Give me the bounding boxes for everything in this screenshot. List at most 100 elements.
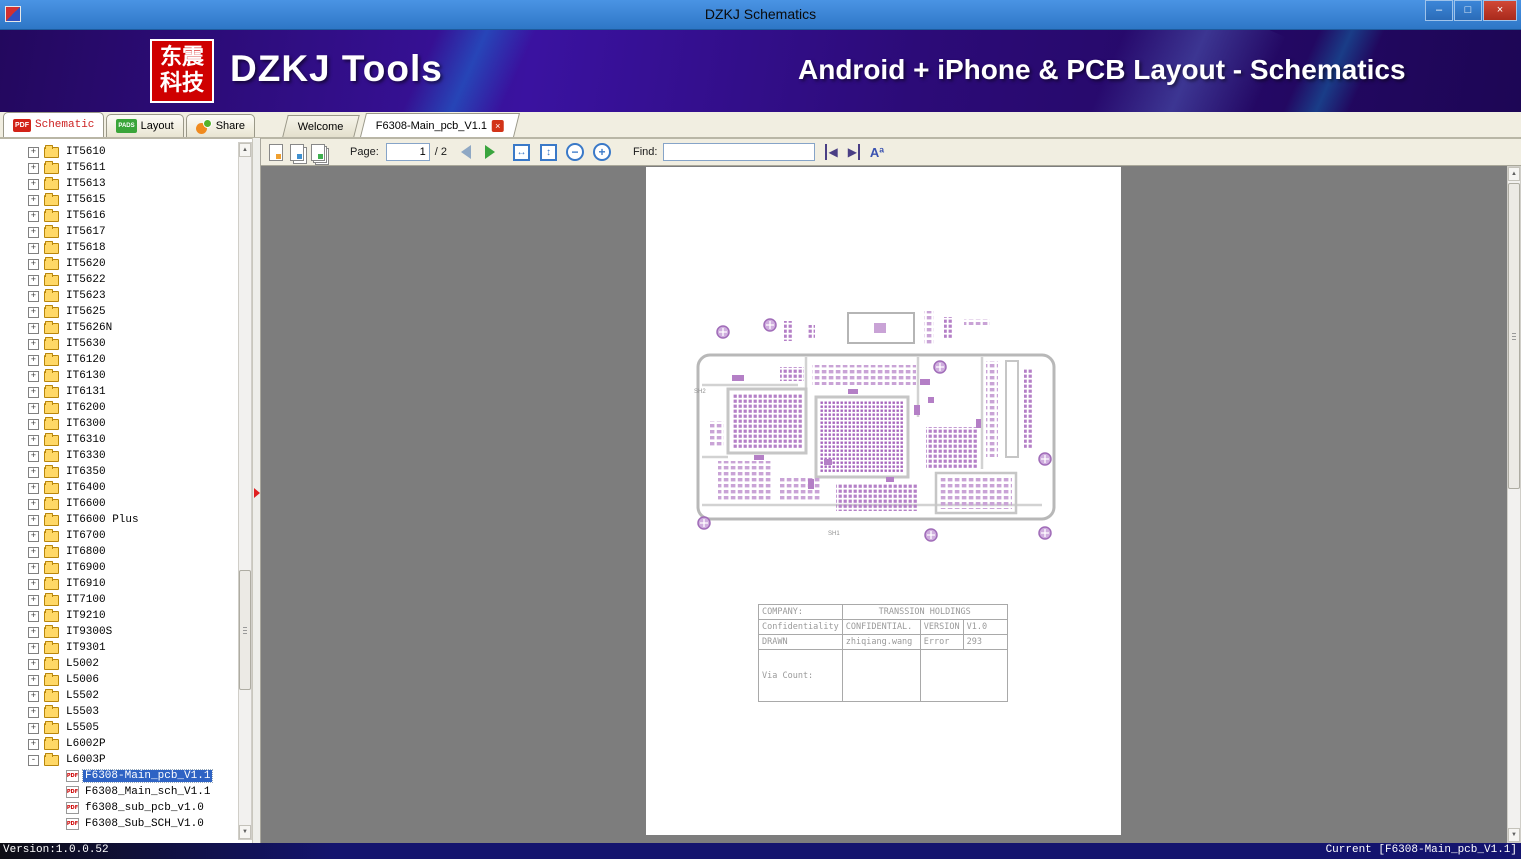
tree-folder-row[interactable]: + IT6120 bbox=[0, 352, 238, 368]
scroll-down-icon[interactable]: ▼ bbox=[1508, 828, 1520, 842]
tree-folder-row[interactable]: + IT6300 bbox=[0, 416, 238, 432]
expand-plus-icon[interactable]: + bbox=[28, 274, 39, 286]
expand-plus-icon[interactable]: + bbox=[28, 514, 39, 526]
expand-plus-icon[interactable]: + bbox=[28, 370, 39, 382]
multi-page-icon[interactable] bbox=[311, 143, 325, 161]
tree-folder-row[interactable]: + IT9300S bbox=[0, 624, 238, 640]
tree-folder-row[interactable]: + IT6330 bbox=[0, 448, 238, 464]
find-previous-icon[interactable]: ◀ bbox=[825, 144, 838, 160]
tree-folder-row[interactable]: + IT5616 bbox=[0, 208, 238, 224]
expand-plus-icon[interactable]: + bbox=[28, 626, 39, 638]
find-next-icon[interactable]: ▶ bbox=[848, 144, 860, 160]
panel-splitter[interactable] bbox=[252, 138, 261, 843]
minimize-button[interactable]: – bbox=[1425, 0, 1453, 21]
tree-folder-row[interactable]: + IT5626N bbox=[0, 320, 238, 336]
expand-plus-icon[interactable]: + bbox=[28, 594, 39, 606]
previous-page-icon[interactable] bbox=[460, 145, 471, 159]
match-case-icon[interactable]: Aª bbox=[870, 145, 884, 160]
expand-plus-icon[interactable]: + bbox=[28, 658, 39, 670]
tree-folder-row[interactable]: + IT6350 bbox=[0, 464, 238, 480]
expand-plus-icon[interactable]: + bbox=[28, 210, 39, 222]
tab-share[interactable]: Share bbox=[185, 114, 256, 137]
tree-folder-row[interactable]: + IT5615 bbox=[0, 192, 238, 208]
doc-tab-close-icon[interactable]: × bbox=[491, 119, 504, 132]
tree-folder-row[interactable]: + L5006 bbox=[0, 672, 238, 688]
tree-folder-row[interactable]: + IT9210 bbox=[0, 608, 238, 624]
tree-scrollbar-thumb[interactable] bbox=[239, 570, 251, 690]
tree-folder-row[interactable]: + IT6310 bbox=[0, 432, 238, 448]
expand-plus-icon[interactable]: + bbox=[28, 482, 39, 494]
tree-folder-row[interactable]: + IT5611 bbox=[0, 160, 238, 176]
expand-plus-icon[interactable]: + bbox=[28, 450, 39, 462]
tree-folder-row[interactable]: + IT6600 bbox=[0, 496, 238, 512]
next-page-icon[interactable] bbox=[484, 145, 495, 159]
expand-plus-icon[interactable]: + bbox=[28, 562, 39, 574]
find-input[interactable] bbox=[663, 143, 816, 161]
tree-folder-row[interactable]: + IT6700 bbox=[0, 528, 238, 544]
expand-plus-icon[interactable]: + bbox=[28, 610, 39, 622]
scroll-down-icon[interactable]: ▼ bbox=[239, 825, 251, 839]
zoom-out-icon[interactable]: − bbox=[565, 143, 584, 161]
tree-folder-row[interactable]: + L5002 bbox=[0, 656, 238, 672]
viewer-scrollbar-thumb[interactable] bbox=[1508, 183, 1520, 489]
expand-plus-icon[interactable]: + bbox=[28, 722, 39, 734]
expand-plus-icon[interactable]: + bbox=[28, 706, 39, 718]
viewer-scrollbar[interactable]: ▲ ▼ bbox=[1507, 166, 1521, 843]
expand-plus-icon[interactable]: + bbox=[28, 690, 39, 702]
expand-plus-icon[interactable]: + bbox=[28, 338, 39, 350]
expand-plus-icon[interactable]: + bbox=[28, 258, 39, 270]
expand-plus-icon[interactable]: + bbox=[28, 642, 39, 654]
tree-folder-row[interactable]: + IT6600 Plus bbox=[0, 512, 238, 528]
expand-plus-icon[interactable]: + bbox=[28, 674, 39, 686]
expand-plus-icon[interactable]: + bbox=[28, 194, 39, 206]
expand-plus-icon[interactable]: + bbox=[28, 162, 39, 174]
expand-plus-icon[interactable]: + bbox=[28, 354, 39, 366]
tree-file-row[interactable]: PDF f6308_sub_pcb_v1.0 bbox=[0, 800, 238, 816]
expand-plus-icon[interactable]: + bbox=[28, 306, 39, 318]
tree-folder-row[interactable]: + IT5625 bbox=[0, 304, 238, 320]
expand-plus-icon[interactable]: + bbox=[28, 498, 39, 510]
expand-plus-icon[interactable]: + bbox=[28, 146, 39, 158]
tree-folder-row[interactable]: + IT5630 bbox=[0, 336, 238, 352]
expand-plus-icon[interactable]: + bbox=[28, 546, 39, 558]
tree-folder-row[interactable]: + IT6800 bbox=[0, 544, 238, 560]
tree-folder-row[interactable]: + IT5622 bbox=[0, 272, 238, 288]
tree-folder-row[interactable]: + IT5620 bbox=[0, 256, 238, 272]
close-button[interactable]: × bbox=[1483, 0, 1517, 21]
doc-tab-document[interactable]: F6308-Main_pcb_V1.1 × bbox=[359, 113, 520, 137]
tree-file-row[interactable]: PDF F6308_Main_sch_V1.1 bbox=[0, 784, 238, 800]
tree-folder-row[interactable]: + IT6900 bbox=[0, 560, 238, 576]
tree-folder-row[interactable]: + IT7100 bbox=[0, 592, 238, 608]
tree-file-row[interactable]: PDF F6308-Main_pcb_V1.1 bbox=[0, 768, 238, 784]
fit-page-icon[interactable]: ↕ bbox=[539, 143, 557, 161]
scroll-up-icon[interactable]: ▲ bbox=[1508, 167, 1520, 181]
expand-plus-icon[interactable]: + bbox=[28, 178, 39, 190]
doc-tab-welcome[interactable]: Welcome bbox=[282, 115, 360, 137]
expand-plus-icon[interactable]: + bbox=[28, 578, 39, 590]
scroll-up-icon[interactable]: ▲ bbox=[239, 143, 251, 157]
tree-folder-row[interactable]: + IT5617 bbox=[0, 224, 238, 240]
expand-plus-icon[interactable]: + bbox=[28, 738, 39, 750]
expand-plus-icon[interactable]: + bbox=[28, 226, 39, 238]
zoom-in-icon[interactable]: + bbox=[592, 143, 611, 161]
facing-pages-icon[interactable] bbox=[290, 143, 304, 161]
maximize-button[interactable]: □ bbox=[1454, 0, 1482, 21]
collapse-minus-icon[interactable]: - bbox=[28, 754, 39, 766]
tree-folder-row[interactable]: + IT5623 bbox=[0, 288, 238, 304]
copy-page-icon[interactable] bbox=[269, 143, 283, 161]
expand-plus-icon[interactable]: + bbox=[28, 530, 39, 542]
tree-folder-row[interactable]: + IT5613 bbox=[0, 176, 238, 192]
tree-scrollbar[interactable]: ▲ ▼ bbox=[238, 142, 252, 840]
tab-layout[interactable]: PADS Layout bbox=[106, 114, 184, 137]
tree-folder-row[interactable]: + IT6131 bbox=[0, 384, 238, 400]
expand-plus-icon[interactable]: + bbox=[28, 290, 39, 302]
expand-plus-icon[interactable]: + bbox=[28, 386, 39, 398]
expand-plus-icon[interactable]: + bbox=[28, 418, 39, 430]
tree-folder-row[interactable]: + L5505 bbox=[0, 720, 238, 736]
tree-folder-row-expanded[interactable]: - L6003P bbox=[0, 752, 238, 768]
tree-folder-row[interactable]: + IT5610 bbox=[0, 144, 238, 160]
expand-plus-icon[interactable]: + bbox=[28, 466, 39, 478]
tree-folder-row[interactable]: + IT6400 bbox=[0, 480, 238, 496]
tab-schematic[interactable]: PDF Schematic bbox=[3, 112, 105, 137]
expand-plus-icon[interactable]: + bbox=[28, 434, 39, 446]
